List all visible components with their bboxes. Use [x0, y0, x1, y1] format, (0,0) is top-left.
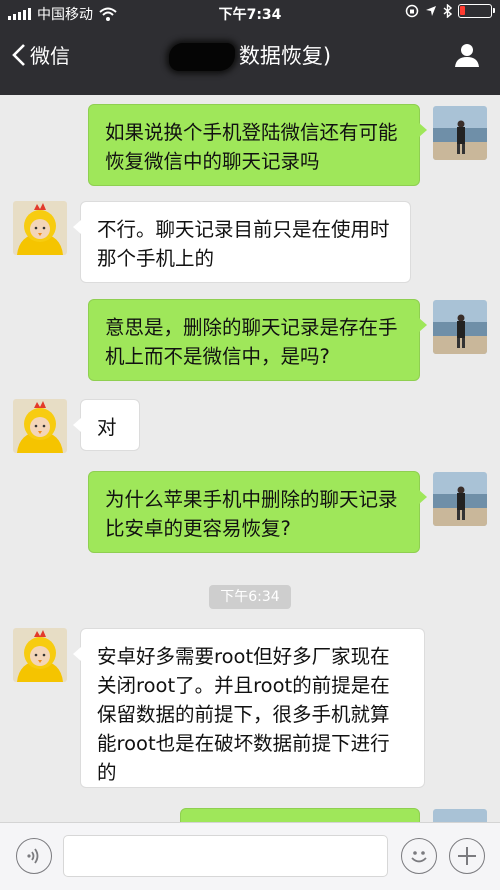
message-bubble-me[interactable]: 为什么苹果手机中删除的聊天记录比安卓的更容易恢复?	[88, 471, 427, 553]
contact-avatar[interactable]	[13, 201, 67, 255]
title-text: 数据恢复)	[238, 44, 332, 68]
input-bar	[0, 822, 500, 890]
my-avatar[interactable]	[433, 809, 487, 822]
location-icon	[426, 6, 436, 16]
voice-button[interactable]	[16, 838, 52, 874]
bluetooth-icon	[443, 4, 452, 18]
plus-icon	[458, 847, 476, 865]
message-input[interactable]	[63, 835, 388, 877]
person-icon	[455, 44, 479, 67]
emoji-button[interactable]	[401, 838, 437, 874]
my-avatar[interactable]	[433, 472, 487, 526]
more-button[interactable]	[449, 838, 485, 874]
page-title: 数据恢复)	[0, 40, 500, 71]
nav-bar: 微信 数据恢复)	[0, 26, 500, 86]
chat-info-button[interactable]	[454, 42, 480, 72]
my-avatar[interactable]	[433, 300, 487, 354]
message-bubble-me[interactable]: 如果说换个手机登陆微信还有可能恢复微信中的聊天记录吗	[88, 104, 427, 186]
orientation-lock-icon	[405, 4, 419, 18]
voice-icon	[27, 848, 39, 864]
message-bubble-them[interactable]: 安卓好多需要root但好多厂家现在关闭root了。并且root的前提是在保留数据…	[73, 628, 425, 788]
message-bubble-them[interactable]: 不行。聊天记录目前只是在使用时那个手机上的	[73, 201, 411, 283]
timestamp: 下午6:34	[209, 585, 291, 609]
my-avatar[interactable]	[433, 106, 487, 160]
battery-icon	[458, 4, 495, 18]
message-bubble-me[interactable]: 意思是，删除的聊天记录是存在手机上而不是微信中，是吗?	[88, 299, 427, 381]
status-bar: 中国移动 下午7:34	[0, 0, 500, 26]
top-bar: 中国移动 下午7:34 微信 数据恢复)	[0, 0, 500, 95]
smiley-icon	[411, 851, 427, 863]
chat-area[interactable]: 如果说换个手机登陆微信还有可能恢复微信中的聊天记录吗 不行。聊天记录目前只是在使…	[0, 95, 500, 822]
contact-avatar[interactable]	[13, 628, 67, 682]
redaction-mark	[168, 43, 235, 71]
message-bubble-me-partial[interactable]	[180, 808, 420, 822]
message-bubble-them[interactable]: 对	[73, 399, 140, 451]
contact-avatar[interactable]	[13, 399, 67, 453]
